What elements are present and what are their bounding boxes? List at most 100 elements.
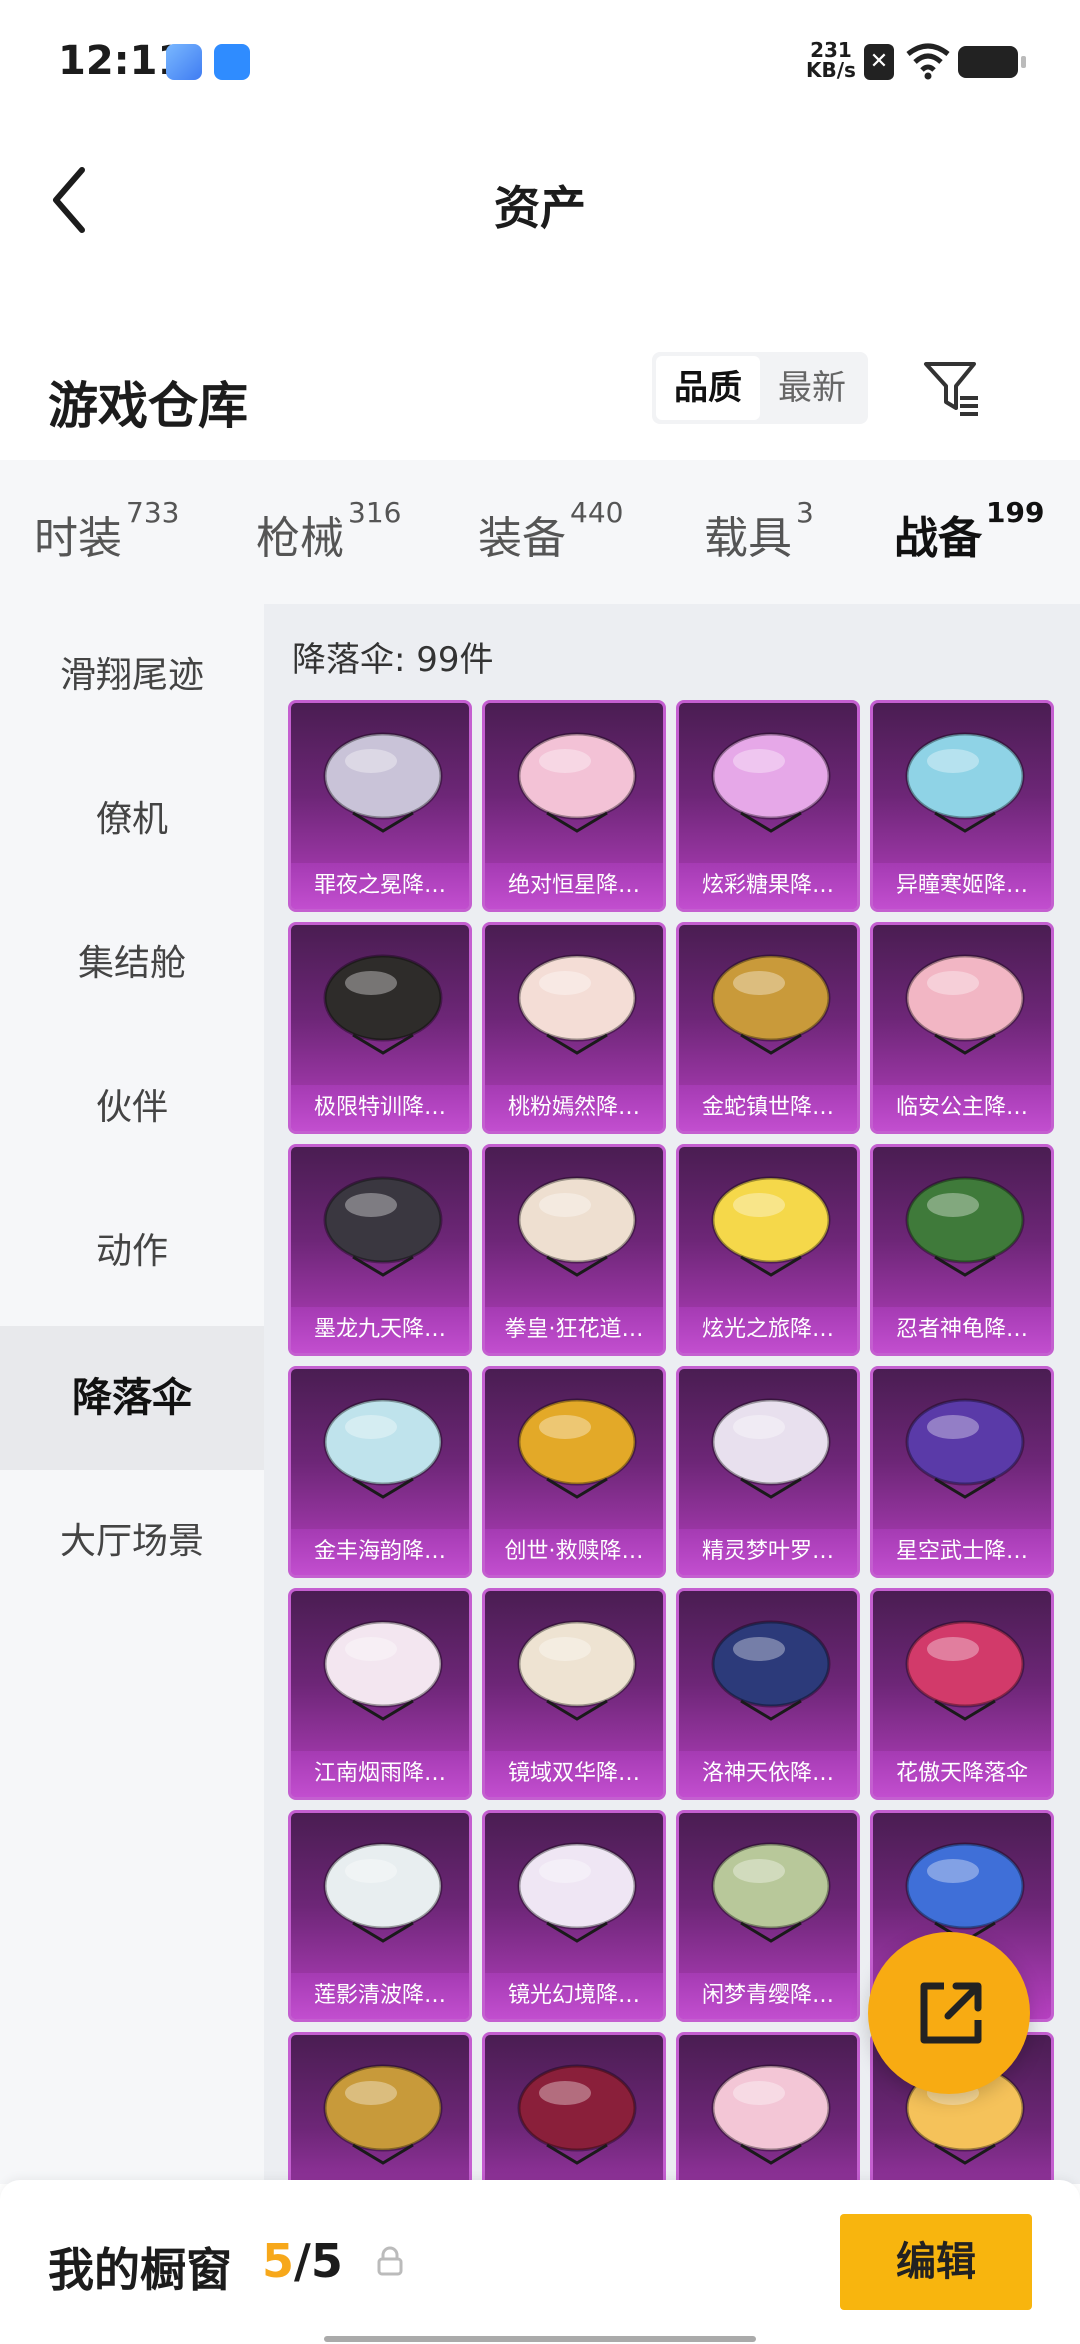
parachute-item-name: 江南烟雨降… [291, 1751, 469, 1797]
showcase-label: 我的橱窗 [48, 2243, 232, 2297]
tab-count: 733 [126, 496, 180, 529]
tab-count: 440 [570, 496, 624, 529]
parachute-item-name: 星空武士降… [873, 1529, 1051, 1575]
parachute-item-name: 异瞳寒姬降… [873, 863, 1051, 909]
tab-vehicles[interactable]: 载具3 [704, 496, 814, 566]
parachute-image [905, 1620, 1025, 1721]
parachute-image [711, 732, 831, 833]
parachute-image [711, 954, 831, 1055]
sort-latest-option[interactable]: 最新 [760, 356, 864, 420]
parachute-image [323, 732, 443, 833]
parachute-item-name: 花傲天降落伞 [873, 1751, 1051, 1797]
parachute-item-name: 闲梦青缨降… [679, 1973, 857, 2019]
sidebar-item-wingman[interactable]: 僚机 [0, 748, 264, 892]
parachute-item-card[interactable]: 精灵梦叶罗… [676, 1366, 860, 1578]
notification-browser-icon [214, 44, 250, 80]
parachute-image [905, 1398, 1025, 1499]
parachute-item-name: 金丰海韵降… [291, 1529, 469, 1575]
sidebar-item-emote[interactable]: 动作 [0, 1180, 264, 1324]
parachute-item-name: 忍者神龟降… [873, 1307, 1051, 1353]
nav-bar: 资产 [0, 140, 1080, 260]
parachute-item-card[interactable]: 江南烟雨降… [288, 1588, 472, 1800]
parachute-image [517, 1176, 637, 1277]
parachute-item-card[interactable]: 墨龙九天降… [288, 1144, 472, 1356]
parachute-item-card[interactable]: 炫光之旅降… [676, 1144, 860, 1356]
sort-quality-option[interactable]: 品质 [656, 356, 760, 420]
parachute-item-card[interactable]: 临安公主降… [870, 922, 1054, 1134]
parachute-image [905, 954, 1025, 1055]
sort-toggle: 品质 最新 [652, 352, 868, 424]
parachute-item-card[interactable]: 极限特训降… [288, 922, 472, 1134]
parachute-item-name: 罪夜之冕降… [291, 863, 469, 909]
parachute-item-card[interactable]: 镜光幻境降… [482, 1810, 666, 2022]
share-icon [920, 1982, 982, 2044]
parachute-item-card[interactable]: 炫彩糖果降… [676, 700, 860, 912]
parachute-item-card[interactable]: 罪夜之冕降… [288, 700, 472, 912]
parachute-item-card[interactable]: 金蛇镇世降… [676, 922, 860, 1134]
parachute-item-name: 洛神天依降… [679, 1751, 857, 1797]
tab-label: 载具 [704, 513, 792, 564]
parachute-item-card[interactable]: 绝对恒星降… [482, 700, 666, 912]
showcase-count-current: 5 [262, 2234, 295, 2288]
item-count: 降落伞: 99件 [292, 640, 494, 680]
wifi-icon [906, 43, 950, 80]
warehouse-title: 游戏仓库 [48, 377, 248, 435]
parachute-item-card[interactable] [482, 2032, 666, 2184]
parachute-item-card[interactable]: 星空武士降… [870, 1366, 1054, 1578]
parachute-item-name: 镜域双华降… [485, 1751, 663, 1797]
parachute-item-card[interactable]: 洛神天依降… [676, 1588, 860, 1800]
parachute-image [323, 1842, 443, 1943]
parachute-item-name: 镜光幻境降… [485, 1973, 663, 2019]
showcase-count-total: 5 [310, 2234, 343, 2288]
showcase-footer: 我的橱窗 5/5 编辑 [0, 2180, 1080, 2344]
tab-count: 199 [986, 496, 1045, 529]
parachute-item-name: 临安公主降… [873, 1085, 1051, 1131]
parachute-item-card[interactable]: 花傲天降落伞 [870, 1588, 1054, 1800]
parachute-item-card[interactable]: 镜域双华降… [482, 1588, 666, 1800]
parachute-item-card[interactable]: 莲影清波降… [288, 1810, 472, 2022]
network-speed: 231 KB/s [806, 40, 856, 80]
parachute-item-name: 创世·救赎降… [485, 1529, 663, 1575]
parachute-item-name: 绝对恒星降… [485, 863, 663, 909]
parachute-item-name: 炫彩糖果降… [679, 863, 857, 909]
parachute-item-card[interactable]: 桃粉嫣然降… [482, 922, 666, 1134]
parachute-item-name: 极限特训降… [291, 1085, 469, 1131]
tab-label: 战备 [894, 513, 982, 564]
sidebar-item-glide-trail[interactable]: 滑翔尾迹 [0, 604, 264, 748]
parachute-item-card[interactable]: 金丰海韵降… [288, 1366, 472, 1578]
parachute-image [711, 2064, 831, 2165]
tab-fashion[interactable]: 时装733 [34, 496, 179, 566]
parachute-item-name: 精灵梦叶罗… [679, 1529, 857, 1575]
tab-equipment[interactable]: 装备440 [478, 496, 623, 566]
parachute-image [517, 1398, 637, 1499]
parachute-item-card[interactable]: 创世·救赎降… [482, 1366, 666, 1578]
share-fab[interactable] [868, 1932, 1030, 2094]
parachute-item-card[interactable] [676, 2032, 860, 2184]
no-sim-icon: ✕ [864, 44, 894, 80]
parachute-item-name: 炫光之旅降… [679, 1307, 857, 1353]
tab-count: 3 [796, 496, 814, 529]
sidebar-item-parachute[interactable]: 降落伞 [0, 1326, 264, 1470]
parachute-item-card[interactable] [288, 2032, 472, 2184]
tab-label: 装备 [478, 513, 566, 564]
parachute-image [323, 1620, 443, 1721]
parachute-image [711, 1842, 831, 1943]
edit-button[interactable]: 编辑 [840, 2214, 1032, 2310]
sidebar-item-lobby-scene[interactable]: 大厅场景 [0, 1470, 264, 1614]
tab-weapons[interactable]: 枪械316 [256, 496, 401, 566]
parachute-image [905, 732, 1025, 833]
parachute-item-card[interactable]: 闲梦青缨降… [676, 1810, 860, 2022]
sidebar-item-rally-pod[interactable]: 集结舱 [0, 892, 264, 1036]
parachute-item-name: 桃粉嫣然降… [485, 1085, 663, 1131]
parachute-item-card[interactable]: 忍者神龟降… [870, 1144, 1054, 1356]
filter-icon[interactable] [920, 356, 984, 420]
home-indicator [324, 2336, 756, 2342]
parachute-item-name: 拳皇·狂花道… [485, 1307, 663, 1353]
sidebar-item-companion[interactable]: 伙伴 [0, 1036, 264, 1180]
parachute-image [517, 954, 637, 1055]
parachute-item-card[interactable]: 异瞳寒姬降… [870, 700, 1054, 912]
tab-combat-prep[interactable]: 战备199 [894, 496, 1044, 620]
showcase-count: 5/5 [262, 2234, 343, 2288]
parachute-item-card[interactable]: 拳皇·狂花道… [482, 1144, 666, 1356]
parachute-image [323, 2064, 443, 2165]
